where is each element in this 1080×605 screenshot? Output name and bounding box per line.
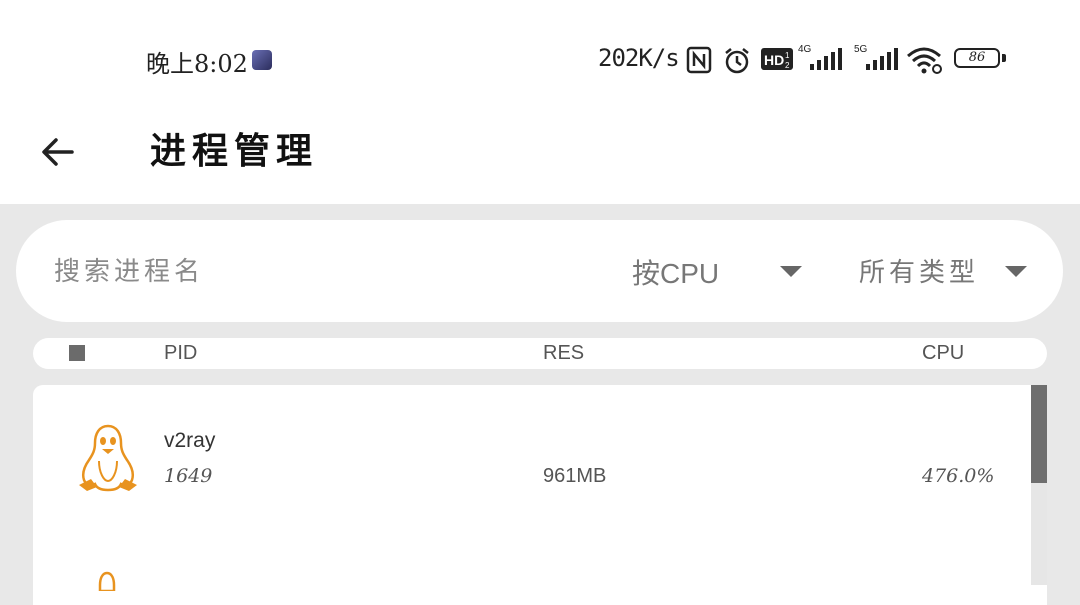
column-header-pid[interactable]: PID (164, 342, 197, 365)
alarm-icon (725, 48, 749, 74)
sort-dropdown-label: 按CPU (632, 258, 720, 289)
svg-text:1: 1 (785, 51, 790, 60)
battery-level: 86 (968, 50, 986, 65)
app-bar: 进程管理 (0, 110, 1080, 204)
process-name: v2ray (164, 429, 216, 452)
type-dropdown-label: 所有类型 (859, 258, 980, 288)
table-header: PID RES CPU (33, 338, 1047, 369)
back-arrow-icon[interactable] (38, 132, 78, 172)
svg-text:2: 2 (785, 61, 790, 70)
type-dropdown[interactable]: 所有类型 (859, 248, 1039, 294)
process-cpu: 476.0% (922, 465, 995, 487)
sort-dropdown[interactable]: 按CPU (632, 248, 804, 294)
column-header-res[interactable]: RES (543, 342, 584, 365)
signal-4g-icon: 4G (798, 44, 844, 72)
page-title: 进程管理 (150, 130, 319, 172)
svg-text:HD: HD (764, 52, 784, 68)
process-res: 961MB (543, 465, 607, 487)
nfc-icon (686, 46, 712, 74)
wifi-icon (907, 47, 942, 74)
hd-voice-icon: HD 1 2 (761, 48, 793, 70)
signal-5g-icon: 5G (852, 44, 900, 72)
linux-tux-icon (98, 571, 116, 591)
table-row[interactable]: v2ray 1649 961MB 476.0% (33, 385, 1029, 570)
linux-tux-icon (79, 424, 137, 492)
column-header-cpu[interactable]: CPU (922, 342, 964, 365)
process-pid: 1649 (164, 465, 213, 487)
chevron-down-icon (780, 266, 802, 277)
status-time: 晚上8:02 (146, 50, 248, 78)
notification-app-icon (252, 50, 272, 70)
battery-icon: 86 (954, 48, 1008, 72)
status-bar: 晚上8:02 202K/s HD 1 2 4G 5G 86 (0, 0, 1080, 110)
chevron-down-icon (1005, 266, 1027, 277)
search-input[interactable] (52, 250, 556, 294)
process-list: v2ray 1649 961MB 476.0% (33, 385, 1047, 605)
select-all-checkbox[interactable] (69, 345, 85, 361)
network-speed: 202K/s (598, 44, 680, 72)
scrollbar-thumb[interactable] (1031, 385, 1047, 483)
search-filter-bar: 按CPU 所有类型 (16, 220, 1063, 322)
